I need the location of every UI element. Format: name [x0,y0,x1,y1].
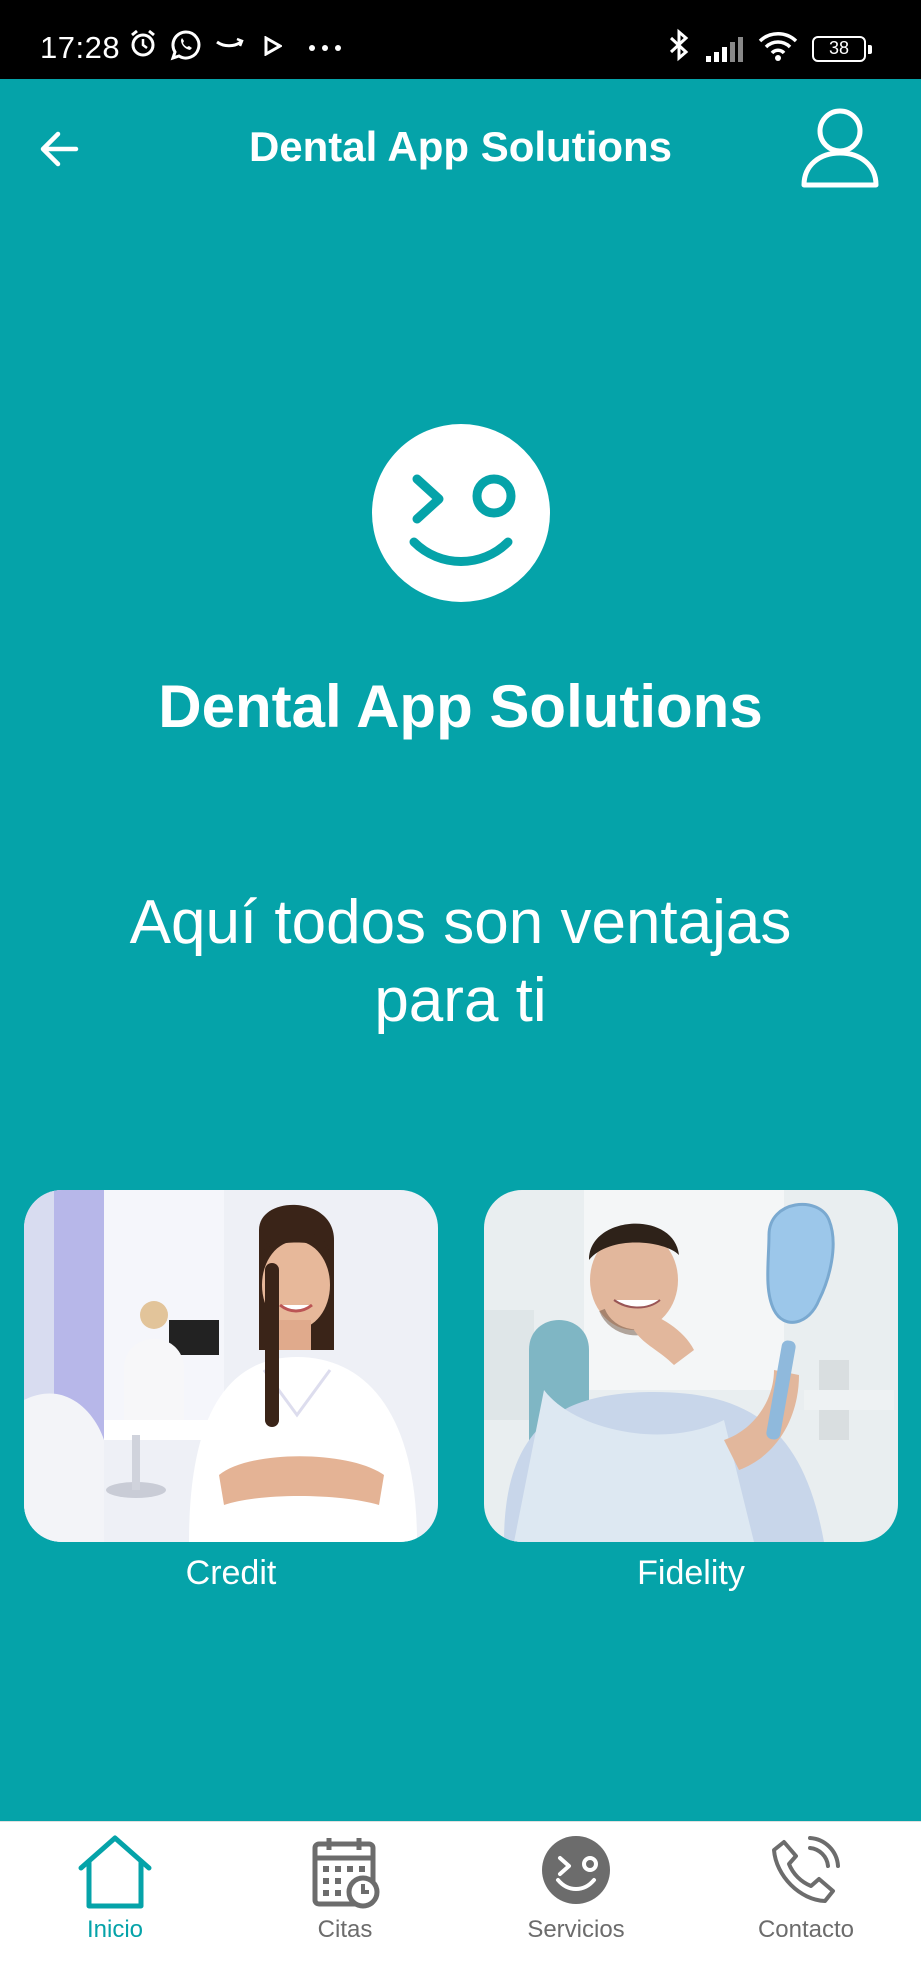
wifi-icon [758,32,798,61]
nav-contacto[interactable]: Contacto [711,1834,901,1959]
user-icon [801,108,879,188]
nav-inicio-label: Inicio [86,1916,144,1943]
nav-citas[interactable]: Citas [250,1834,440,1959]
phone-icon [772,1836,840,1903]
brand-logo [372,424,550,602]
app-bar: Dental App Solutions [0,79,921,219]
brand-name: Dental App Solutions [158,673,763,740]
wink-smile-icon [542,1836,610,1904]
credit-image [24,1190,438,1542]
home-icon [78,1835,152,1909]
bluetooth-icon [669,28,689,62]
nav-servicios-label: Servicios [527,1916,625,1943]
whatsapp-icon [170,30,201,61]
tagline: Aquí todos son ventajas para ti [80,884,841,1040]
calendar-clock-icon [312,1838,380,1909]
nav-contacto-label: Contacto [757,1916,855,1943]
tagline-line-1: Aquí todos son ventajas [129,888,792,957]
patient-photo [484,1190,898,1542]
dentist-photo [24,1190,438,1542]
more-dots-icon [309,45,341,51]
fidelity-label: Fidelity [637,1554,745,1592]
battery-icon: 38 [812,36,872,62]
credit-card[interactable]: Credit [24,1190,438,1593]
fidelity-card[interactable]: Fidelity [484,1190,898,1593]
amazon-icon [216,37,244,48]
status-time: 17:28 [40,30,121,65]
tagline-line-2: para ti [374,966,547,1035]
play-icon [264,36,282,56]
signal-icon [706,37,743,62]
nav-servicios[interactable]: Servicios [481,1834,671,1959]
status-bar: 17:28 38 [0,0,921,79]
bottom-navigation: Inicio Citas Servicios Contacto [0,1821,921,1962]
nav-citas-label: Citas [317,1916,373,1943]
wink-smile-logo [409,474,516,566]
app-bar-title: Dental App Solutions [248,123,673,170]
credit-label: Credit [185,1554,277,1592]
profile-button[interactable] [798,103,882,191]
fidelity-image [484,1190,898,1542]
alarm-icon [131,29,155,57]
nav-inicio[interactable]: Inicio [20,1834,210,1959]
